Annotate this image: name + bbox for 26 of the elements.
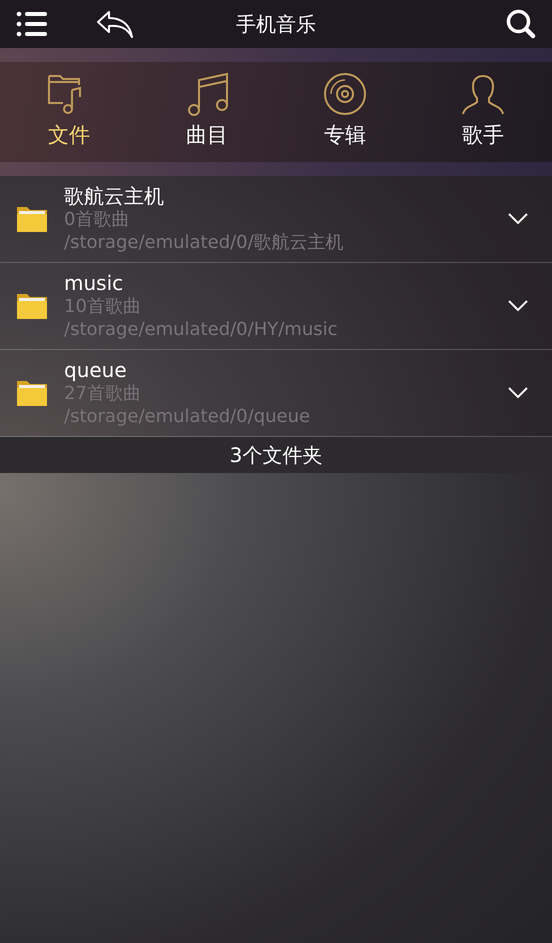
folder-icon bbox=[16, 292, 48, 320]
category-tab[interactable]: 曲目 bbox=[138, 62, 276, 162]
folder-icon bbox=[16, 379, 48, 407]
folder-path: /storage/emulated/0/queue bbox=[64, 406, 312, 428]
category-tab[interactable]: 歌手 bbox=[414, 62, 552, 162]
folder-path: /storage/emulated/0/歌航云主机 bbox=[64, 232, 345, 254]
disc-icon bbox=[323, 72, 367, 116]
expand-button[interactable] bbox=[508, 387, 528, 399]
menu-button[interactable] bbox=[16, 10, 48, 38]
search-button[interactable] bbox=[506, 9, 536, 39]
song-count: 0首歌曲 bbox=[64, 209, 130, 232]
category-tab[interactable]: 文件 bbox=[0, 62, 138, 162]
folder-name: 歌航云主机 bbox=[64, 184, 165, 209]
music-note-icon bbox=[185, 72, 229, 116]
expand-button[interactable] bbox=[508, 300, 528, 312]
category-tab[interactable]: 专辑 bbox=[276, 62, 414, 162]
expand-button[interactable] bbox=[508, 213, 528, 225]
window-title: 手机音乐 bbox=[236, 12, 316, 36]
folder-name: music bbox=[64, 271, 124, 296]
folder-path: /storage/emulated/0/HY/music bbox=[64, 318, 339, 341]
folder-icon bbox=[16, 205, 48, 233]
person-icon bbox=[461, 72, 505, 116]
back-button[interactable] bbox=[96, 10, 134, 38]
folder-name: queue bbox=[64, 358, 128, 383]
song-count: 10首歌曲 bbox=[64, 296, 142, 318]
folder-count: 3个文件夹 bbox=[230, 443, 322, 467]
